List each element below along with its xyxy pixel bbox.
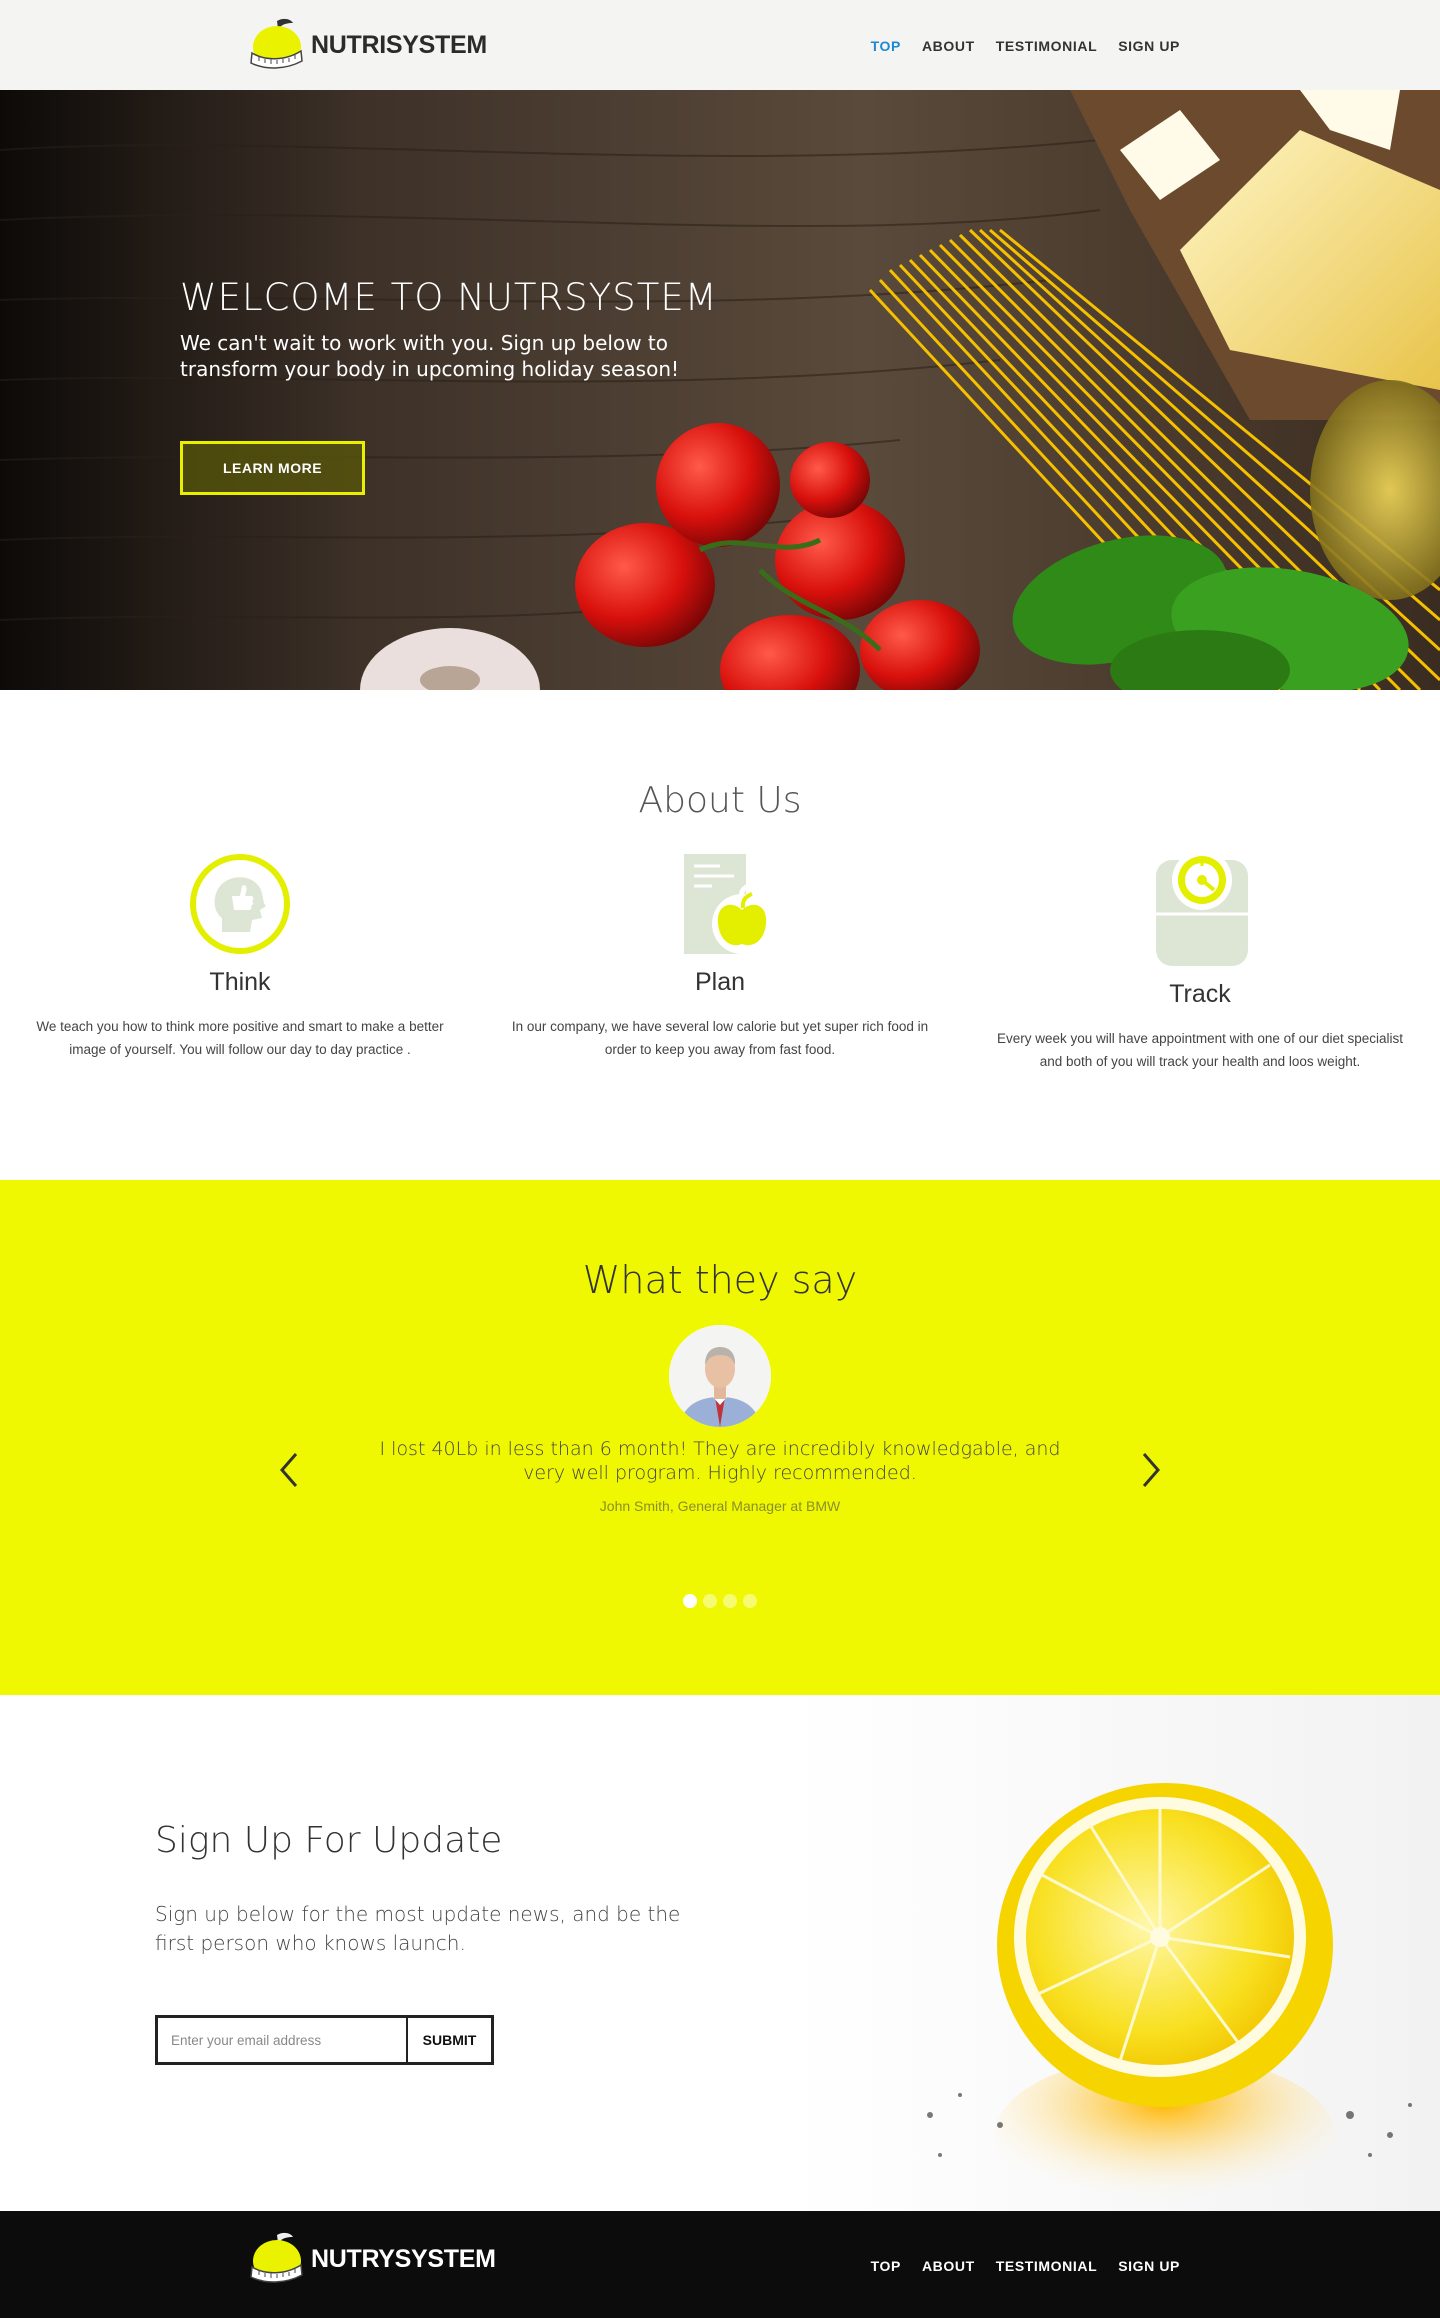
scale-icon <box>1156 852 1248 966</box>
carousel-dot[interactable] <box>743 1594 757 1608</box>
feature-text: Every week you will have appointment wit… <box>997 1031 1403 1069</box>
nav-item-top[interactable]: TOP <box>871 38 901 54</box>
top-navbar: NUTRISYSTEM TOP ABOUT TESTIMONIAL SIGN U… <box>0 0 1440 90</box>
feature-title: Track <box>1169 980 1231 1008</box>
hero-subtitle: We can't wait to work with you. Sign up … <box>180 331 680 381</box>
carousel-dot[interactable] <box>723 1594 737 1608</box>
testimonial-quote: I lost 40Lb in less than 6 month! They a… <box>379 1438 1061 1484</box>
nav-item-testimonial[interactable]: TESTIMONIAL <box>996 38 1097 54</box>
testimonial-avatar <box>669 1325 771 1427</box>
feature-plan: Plan In our company, we have several low… <box>504 852 936 1061</box>
chevron-left-icon[interactable] <box>274 1450 304 1490</box>
footer-nav-item-about[interactable]: ABOUT <box>922 2258 975 2274</box>
submit-button[interactable]: SUBMIT <box>408 2018 491 2062</box>
hero-food-image <box>0 90 1440 690</box>
feature-think: Think We teach you how to think more pos… <box>30 852 450 1061</box>
chevron-right-icon[interactable] <box>1136 1450 1166 1490</box>
carousel-dot[interactable] <box>703 1594 717 1608</box>
learn-more-button[interactable]: LEARN MORE <box>180 441 365 495</box>
carousel-dot[interactable] <box>683 1594 697 1608</box>
feature-title: Plan <box>694 968 746 996</box>
signup-description: Sign up below for the most update news, … <box>155 1902 681 1955</box>
person-portrait-icon <box>669 1325 771 1427</box>
footer-nav-item-testimonial[interactable]: TESTIMONIAL <box>996 2258 1097 2274</box>
feature-track: Track Every week you will have appointme… <box>990 852 1410 1073</box>
footer: NUTRYSYSTEM TOP ABOUT TESTIMONIAL SIGN U… <box>0 2211 1440 2318</box>
signup-form: SUBMIT <box>155 2015 494 2065</box>
nav-item-sign-up[interactable]: SIGN UP <box>1118 38 1180 54</box>
about-title: About Us <box>638 780 802 821</box>
footer-nav-item-sign-up[interactable]: SIGN UP <box>1118 2258 1180 2274</box>
signup-title: Sign Up For Update <box>155 1820 503 1861</box>
brand-name: NUTRISYSTEM <box>311 30 487 59</box>
brand-logo[interactable]: NUTRISYSTEM <box>247 17 487 73</box>
thumbs-up-head-icon <box>190 854 290 954</box>
testimonial-author: John Smith, General Manager at BMW <box>599 1498 841 1514</box>
testimonial-section: What they say I lost 40Lb in less than 6… <box>0 1180 1440 1695</box>
footer-brand-logo[interactable]: NUTRYSYSTEM <box>247 2231 496 2287</box>
footer-nav-item-top[interactable]: TOP <box>871 2258 901 2274</box>
testimonial-title: What they say <box>582 1258 858 1302</box>
apple-logo-icon <box>250 18 303 69</box>
email-input[interactable] <box>158 2018 408 2062</box>
apple-logo-icon <box>250 2232 303 2283</box>
hero-section: WELCOME TO NUTRSYSTEM We can't wait to w… <box>0 90 1440 690</box>
footer-brand-name: NUTRYSYSTEM <box>311 2244 496 2273</box>
nav-item-about[interactable]: ABOUT <box>922 38 975 54</box>
feature-title: Think <box>209 968 271 996</box>
feature-text: In our company, we have several low calo… <box>511 1019 929 1057</box>
carousel-indicators <box>0 1594 1440 1608</box>
main-menu: TOP ABOUT TESTIMONIAL SIGN UP <box>871 38 1180 54</box>
hero-title: WELCOME TO NUTRSYSTEM <box>180 276 718 319</box>
document-apple-icon <box>684 854 772 954</box>
feature-text: We teach you how to think more positive … <box>36 1019 444 1057</box>
lemon-image <box>790 1695 1440 2211</box>
footer-menu: TOP ABOUT TESTIMONIAL SIGN UP <box>871 2258 1180 2274</box>
